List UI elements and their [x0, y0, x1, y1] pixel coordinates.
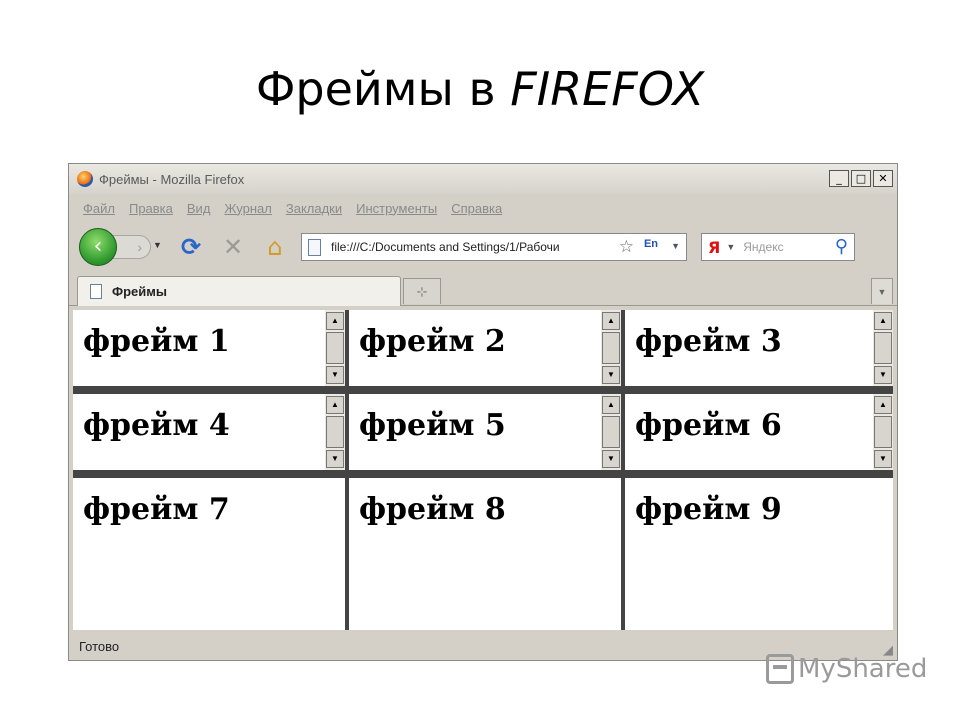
close-button[interactable]: ✕	[873, 170, 893, 187]
home-icon[interactable]: ⌂	[261, 233, 289, 261]
reload-icon[interactable]: ⟳	[177, 233, 205, 261]
frame-label: фрейм 4	[83, 408, 230, 443]
menu-history[interactable]: Журнал	[224, 201, 271, 216]
frame-2[interactable]: фрейм 2 ▲ ▼	[349, 310, 621, 386]
frame-7[interactable]: фрейм 7	[73, 478, 345, 630]
scroll-thumb[interactable]	[602, 332, 620, 364]
window-controls: _ □ ✕	[829, 170, 893, 187]
frame-scrollbar[interactable]: ▲ ▼	[873, 394, 893, 470]
menu-edit[interactable]: Правка	[129, 201, 173, 216]
frame-4[interactable]: фрейм 4 ▲ ▼	[73, 394, 345, 470]
slide-title-plain: Фреймы в	[255, 62, 511, 116]
frame-label: фрейм 6	[635, 408, 782, 443]
scroll-up-icon[interactable]: ▲	[874, 396, 892, 414]
frame-scrollbar[interactable]: ▲ ▼	[601, 310, 621, 386]
slide-title: Фреймы в FIREFOX	[0, 62, 960, 116]
status-text: Готово	[79, 638, 120, 654]
search-icon[interactable]: ⚲	[835, 236, 848, 257]
frame-6[interactable]: фрейм 6 ▲ ▼	[625, 394, 893, 470]
frame-5[interactable]: фрейм 5 ▲ ▼	[349, 394, 621, 470]
url-dropdown-icon[interactable]: ▼	[671, 241, 680, 251]
frame-1[interactable]: фрейм 1 ▲ ▼	[73, 310, 345, 386]
frame-label: фрейм 9	[635, 492, 782, 527]
maximize-button[interactable]: □	[851, 170, 871, 187]
back-forward-group: › ‹ ▼	[79, 228, 163, 266]
stop-icon[interactable]: ✕	[219, 233, 247, 261]
frame-scrollbar[interactable]: ▲ ▼	[601, 394, 621, 470]
back-button[interactable]: ‹	[79, 228, 117, 266]
scroll-thumb[interactable]	[602, 416, 620, 448]
scroll-up-icon[interactable]: ▲	[326, 312, 344, 330]
myshared-icon	[766, 654, 794, 684]
frame-label: фрейм 3	[635, 324, 782, 359]
menu-tools[interactable]: Инструменты	[356, 201, 437, 216]
language-indicator[interactable]: En	[644, 238, 658, 250]
scroll-up-icon[interactable]: ▲	[326, 396, 344, 414]
search-input[interactable]: Яндекс	[743, 240, 783, 254]
scroll-thumb[interactable]	[874, 416, 892, 448]
firefox-icon	[77, 171, 93, 187]
frameset: фрейм 1 ▲ ▼ фрейм 2 ▲ ▼ фрейм 3 ▲ ▼ фрейм 4…	[73, 310, 893, 630]
tab-list-icon[interactable]: ▼	[871, 278, 893, 304]
frame-9[interactable]: фрейм 9	[625, 478, 893, 630]
browser-window: Фреймы - Mozilla Firefox _ □ ✕ Файл Прав…	[68, 163, 898, 661]
scroll-up-icon[interactable]: ▲	[602, 312, 620, 330]
bookmark-star-icon[interactable]: ☆	[619, 237, 634, 257]
scroll-down-icon[interactable]: ▼	[326, 450, 344, 468]
scroll-down-icon[interactable]: ▼	[874, 450, 892, 468]
watermark-logo: MyShared	[766, 654, 927, 684]
menu-help[interactable]: Справка	[451, 201, 502, 216]
url-text[interactable]: file:///C:/Documents and Settings/1/Рабо…	[331, 240, 601, 254]
new-tab-button[interactable]: ⊹	[403, 278, 441, 304]
menu-bookmarks[interactable]: Закладки	[286, 201, 342, 216]
scroll-down-icon[interactable]: ▼	[874, 366, 892, 384]
scroll-thumb[interactable]	[326, 332, 344, 364]
window-title: Фреймы - Mozilla Firefox	[99, 171, 245, 187]
menu-bar: Файл Правка Вид Журнал Закладки Инструме…	[69, 194, 897, 222]
frame-label: фрейм 7	[83, 492, 230, 527]
menu-file[interactable]: Файл	[83, 201, 115, 216]
frame-8[interactable]: фрейм 8	[349, 478, 621, 630]
frame-3[interactable]: фрейм 3 ▲ ▼	[625, 310, 893, 386]
scroll-down-icon[interactable]: ▼	[326, 366, 344, 384]
scroll-thumb[interactable]	[326, 416, 344, 448]
yandex-icon[interactable]: Я	[708, 238, 720, 257]
watermark-text: MyShared	[798, 654, 928, 684]
scroll-up-icon[interactable]: ▲	[874, 312, 892, 330]
address-bar[interactable]: file:///C:/Documents and Settings/1/Рабо…	[301, 233, 687, 261]
tab-label: Фреймы	[112, 284, 167, 299]
scroll-up-icon[interactable]: ▲	[602, 396, 620, 414]
frame-scrollbar[interactable]: ▲ ▼	[873, 310, 893, 386]
frame-label: фрейм 5	[359, 408, 506, 443]
tab-frames[interactable]: Фреймы	[77, 276, 401, 306]
page-icon	[308, 238, 321, 256]
navigation-toolbar: › ‹ ▼ ⟳ ✕ ⌂ file:///C:/Documents and Set…	[69, 222, 897, 272]
minimize-button[interactable]: _	[829, 170, 849, 187]
frame-scrollbar[interactable]: ▲ ▼	[325, 310, 345, 386]
frame-label: фрейм 8	[359, 492, 506, 527]
slide-title-italic: FIREFOX	[510, 62, 705, 116]
title-bar: Фреймы - Mozilla Firefox _ □ ✕	[69, 164, 897, 194]
tab-page-icon	[90, 284, 102, 299]
frame-scrollbar[interactable]: ▲ ▼	[325, 394, 345, 470]
history-dropdown-icon[interactable]: ▼	[153, 240, 162, 250]
search-box[interactable]: Я ▼ Яндекс ⚲	[701, 233, 855, 261]
menu-view[interactable]: Вид	[187, 201, 211, 216]
frame-label: фрейм 1	[83, 324, 230, 359]
scroll-down-icon[interactable]: ▼	[602, 366, 620, 384]
forward-button[interactable]: ›	[111, 235, 151, 259]
tab-bar: Фреймы ⊹ ▼	[69, 272, 897, 306]
search-engine-dropdown-icon[interactable]: ▼	[726, 242, 735, 252]
scroll-down-icon[interactable]: ▼	[602, 450, 620, 468]
frame-label: фрейм 2	[359, 324, 506, 359]
scroll-thumb[interactable]	[874, 332, 892, 364]
